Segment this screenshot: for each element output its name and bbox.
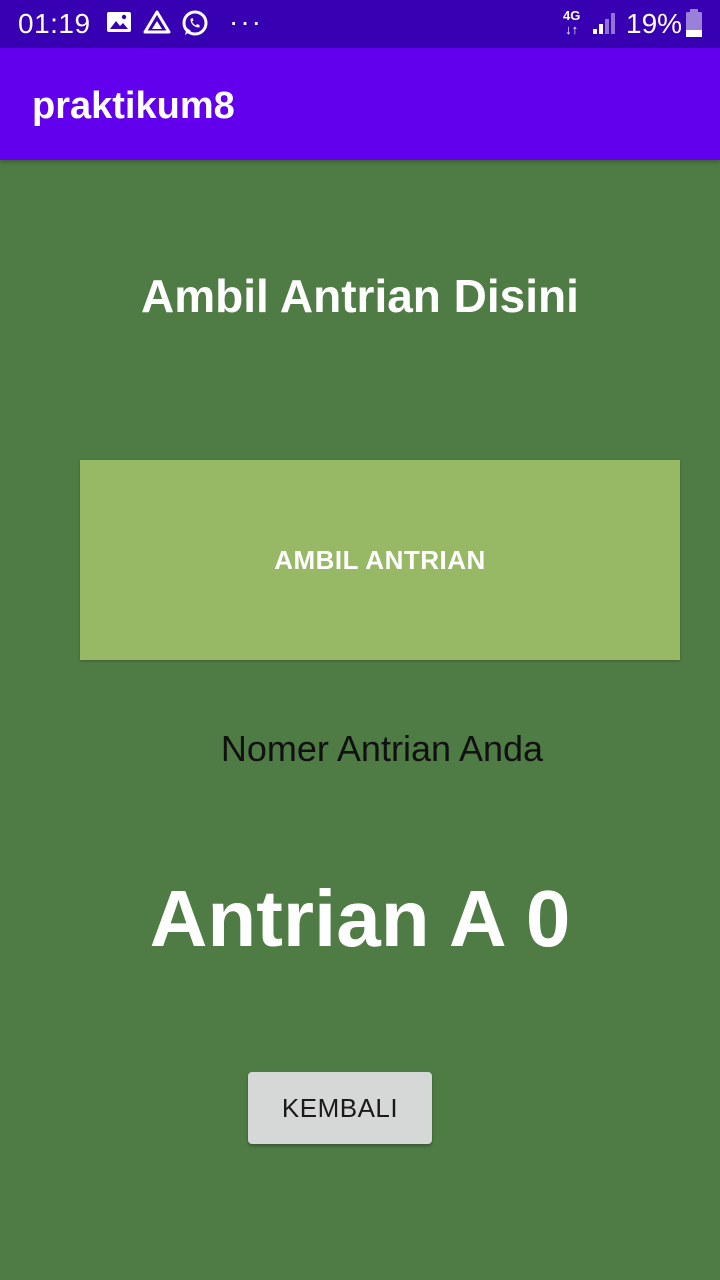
app-title: praktikum8 [32,85,235,127]
network-type-indicator: 4G ↓↑ [563,9,580,37]
signal-icon [591,10,617,36]
status-bar: 01:19 ··· 4G ↓↑ 19% [0,0,720,48]
more-notifications-icon: ··· [229,6,263,37]
page-heading: Ambil Antrian Disini [141,270,579,322]
take-queue-button[interactable]: AMBIL ANTRIAN [80,460,680,660]
battery-percent: 19% [626,8,683,39]
status-time: 01:19 [18,8,91,39]
app-bar: praktikum8 [0,48,720,160]
queue-number-label: Nomer Antrian Anda [220,728,544,769]
drive-icon [143,10,171,36]
whatsapp-icon [180,10,210,38]
back-button[interactable]: KEMBALI [248,1072,432,1144]
network-type-label: 4G [563,8,581,23]
queue-number-display: Antrian A 0 [149,874,571,963]
battery-icon [685,8,703,38]
data-activity-arrows: ↓↑ [565,22,579,37]
app-screen: 01:19 ··· 4G ↓↑ 19% praktikum8 Ambil Ant… [0,0,720,1280]
image-icon [106,10,132,34]
